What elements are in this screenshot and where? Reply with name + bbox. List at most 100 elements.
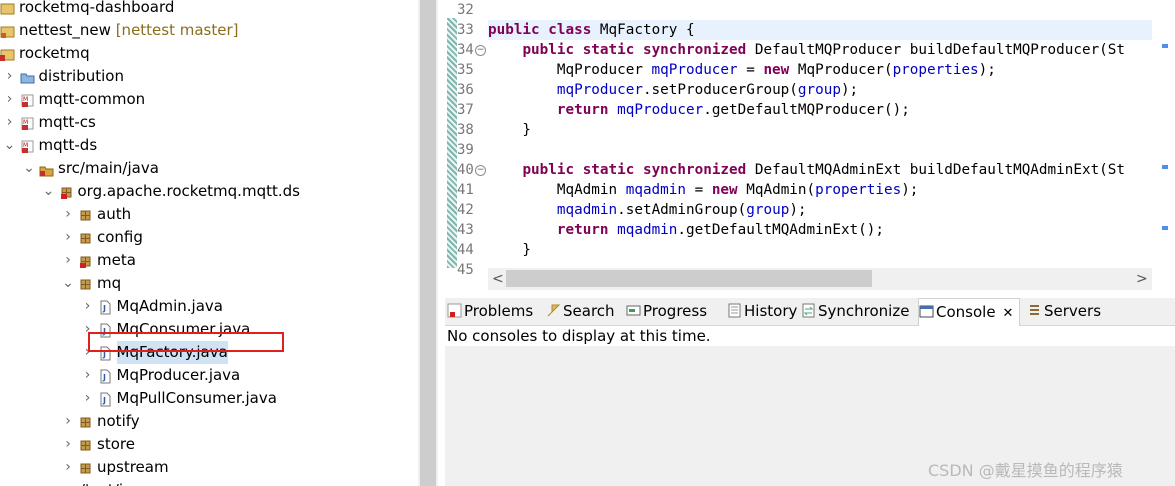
tree-item-text: config xyxy=(97,228,143,246)
collapsed-arrow-icon[interactable]: › xyxy=(62,410,74,433)
tree-item-text: mqtt-ds xyxy=(38,136,98,154)
maven-project-icon: M xyxy=(20,138,35,153)
editor-gutter: 32 33 34−35 36 37 38 39 40−41 42 43 44 45 xyxy=(445,0,487,278)
tab-search[interactable]: Search xyxy=(546,298,615,325)
source-folder-icon xyxy=(39,161,54,177)
tab-label: Synchronize xyxy=(818,302,910,320)
collapsed-arrow-icon[interactable]: › xyxy=(4,65,16,88)
package-icon xyxy=(78,460,93,475)
code-line[interactable] xyxy=(488,140,1175,160)
line-number: 39 xyxy=(457,142,474,158)
tree-item-text: rocketmq-dashboard xyxy=(19,0,175,16)
fold-collapse-icon[interactable]: − xyxy=(475,45,486,56)
package-icon xyxy=(78,207,93,222)
tree-item-label: nettest_new [nettest master] xyxy=(19,19,239,42)
tree-item-label: mqtt-common xyxy=(39,88,146,111)
tab-label: Problems xyxy=(464,302,534,320)
code-line[interactable]: public static synchronized DefaultMQAdmi… xyxy=(488,160,1175,180)
line-number: 44 xyxy=(457,242,474,258)
progress-icon xyxy=(626,300,641,316)
collapsed-arrow-icon[interactable]: › xyxy=(62,456,74,479)
explorer-vertical-scrollbar[interactable] xyxy=(418,0,438,486)
svg-text:J: J xyxy=(102,396,106,405)
tree-item-label: MqPullConsumer.java xyxy=(117,387,277,410)
collapsed-arrow-icon[interactable]: › xyxy=(62,203,74,226)
code-line[interactable]: mqadmin.setAdminGroup(group); xyxy=(488,200,1175,220)
collapsed-arrow-icon[interactable]: › xyxy=(82,295,94,318)
code-line[interactable]: public class MqFactory { xyxy=(488,20,1175,40)
overview-marker xyxy=(1162,226,1168,230)
tab-progress[interactable]: Progress xyxy=(626,298,707,325)
code-line[interactable]: } xyxy=(488,240,1175,260)
code-line[interactable]: return mqadmin.getDefaultMQAdminExt(); xyxy=(488,220,1175,240)
collapsed-arrow-icon[interactable]: › xyxy=(82,387,94,410)
synchronize-icon xyxy=(801,300,816,318)
expanded-arrow-icon[interactable]: ⌄ xyxy=(62,272,74,295)
svg-text:M: M xyxy=(23,96,28,103)
tree-item-label: mqtt-ds xyxy=(39,134,98,157)
tab-problems[interactable]: Problems xyxy=(447,298,533,325)
view-tabs: Problems Search Progress History Synchronize… xyxy=(445,298,1175,326)
scroll-right-icon[interactable]: > xyxy=(1136,268,1148,290)
code-line[interactable]: MqProducer mqProducer = new MqProducer(p… xyxy=(488,60,1175,80)
code-editor[interactable]: 32 33 34−35 36 37 38 39 40−41 42 43 44 45 public cl… xyxy=(445,0,1175,290)
tree-item-text: distribution xyxy=(38,67,124,85)
tree-item-text: auth xyxy=(97,205,132,223)
tree-item-text: MqAdmin.java xyxy=(116,297,223,315)
package-error-icon xyxy=(78,253,93,268)
search-icon xyxy=(546,300,561,317)
code-line[interactable]: MqAdmin mqadmin = new MqAdmin(properties… xyxy=(488,180,1175,200)
console-icon xyxy=(919,301,934,318)
maven-project-icon: M xyxy=(20,92,35,107)
code-line[interactable] xyxy=(488,0,1175,20)
tab-servers[interactable]: Servers xyxy=(1027,298,1101,325)
collapsed-arrow-icon[interactable]: › xyxy=(82,364,94,387)
tree-item-label: config xyxy=(97,226,143,249)
expanded-arrow-icon[interactable]: ⌄ xyxy=(23,157,35,180)
tree-item-text: notify xyxy=(97,412,140,430)
close-icon[interactable]: ✕ xyxy=(1003,306,1014,321)
java-file-icon: J xyxy=(98,299,113,315)
tree-item-label: store xyxy=(97,433,135,456)
code-line[interactable]: return mqProducer.getDefaultMQProducer()… xyxy=(488,100,1175,120)
code-line[interactable] xyxy=(488,260,1175,268)
collapsed-arrow-icon[interactable]: › xyxy=(23,479,35,486)
package-icon xyxy=(78,437,93,452)
editor-horizontal-scrollbar[interactable]: < > xyxy=(488,268,1152,290)
svg-text:M: M xyxy=(23,119,28,126)
tab-synchronize[interactable]: Synchronize xyxy=(801,298,909,325)
tree-item-text: mq xyxy=(97,274,122,292)
folder-project-icon xyxy=(0,46,15,61)
tree-item-label: mq xyxy=(97,272,121,295)
code-line[interactable]: mqProducer.setProducerGroup(group); xyxy=(488,80,1175,100)
overview-marker xyxy=(1162,44,1168,48)
collapsed-arrow-icon[interactable]: › xyxy=(4,88,16,111)
overview-marker xyxy=(1162,165,1168,169)
expanded-arrow-icon[interactable]: ⌄ xyxy=(4,134,16,157)
tree-item-text: meta xyxy=(97,251,136,269)
collapsed-arrow-icon[interactable]: › xyxy=(62,433,74,456)
line-number: 37 xyxy=(457,102,474,118)
expanded-arrow-icon[interactable]: ⌄ xyxy=(43,180,55,203)
collapsed-arrow-icon[interactable]: › xyxy=(4,111,16,134)
tree-item-text: src/test/java xyxy=(58,481,150,486)
tab-console[interactable]: Console ✕ xyxy=(918,298,1021,326)
collapsed-arrow-icon[interactable]: › xyxy=(62,226,74,249)
code-area[interactable]: public class MqFactory { public static s… xyxy=(488,0,1175,268)
tree-item-label: src/test/java xyxy=(58,479,150,486)
scrollbar-thumb[interactable] xyxy=(420,0,436,486)
collapsed-arrow-icon[interactable]: › xyxy=(62,249,74,272)
project-explorer: rocketmq-dashboard nettest_new [nettest m… xyxy=(0,0,418,486)
scroll-left-icon[interactable]: < xyxy=(492,268,504,290)
java-file-icon: J xyxy=(98,391,113,407)
code-line[interactable]: public static synchronized DefaultMQProd… xyxy=(488,40,1175,60)
tree-item-text: store xyxy=(97,435,135,453)
tree-item-label: auth xyxy=(97,203,131,226)
tree-item-text: rocketmq xyxy=(19,44,90,62)
scrollbar-thumb[interactable] xyxy=(506,270,872,287)
tab-history[interactable]: History xyxy=(727,298,797,325)
tree-item-label: upstream xyxy=(97,456,169,479)
fold-collapse-icon[interactable]: − xyxy=(475,165,486,176)
code-line[interactable]: } xyxy=(488,120,1175,140)
tree-item-label: org.apache.rocketmq.mqtt.ds xyxy=(78,180,300,203)
